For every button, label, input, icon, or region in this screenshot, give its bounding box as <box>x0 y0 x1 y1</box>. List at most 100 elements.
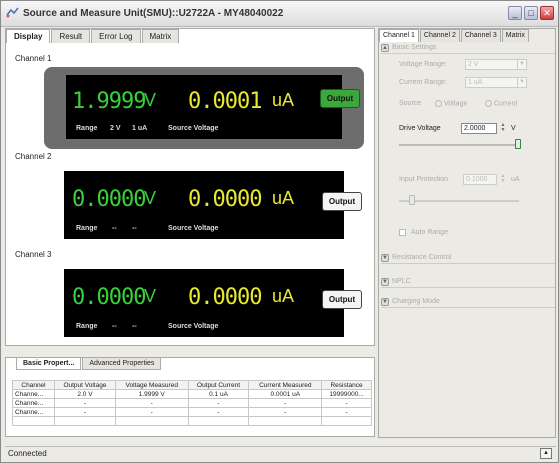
close-button[interactable]: ✕ <box>540 6 554 20</box>
channel-tabs: Channel 1 Channel 2 Channel 3 Matrix <box>379 29 530 42</box>
current-range-value: 1 uA <box>468 79 483 86</box>
table-cell: 19999000... <box>321 389 372 399</box>
radio-icon <box>485 100 492 107</box>
table-cell: Channe... <box>11 389 56 399</box>
expand-icon: ▼ <box>381 278 389 286</box>
tab-error-log[interactable]: Error Log <box>91 29 141 43</box>
column-header[interactable]: Output Voltage <box>54 380 116 390</box>
voltage-range-label: Voltage Range: <box>399 61 447 68</box>
column-header[interactable]: Resistance <box>321 380 372 390</box>
auto-range-label: Auto Range <box>411 229 448 236</box>
input-protection-spinner[interactable]: ▲ ▼ <box>499 174 507 185</box>
tab-display[interactable]: Display <box>6 29 51 43</box>
input-protection-slider-track[interactable] <box>399 200 519 202</box>
table-row-empty <box>11 416 372 426</box>
drive-voltage-slider-track[interactable] <box>399 144 519 146</box>
drive-voltage-input[interactable]: 2.0000 <box>461 123 497 134</box>
channel-3-frame[interactable]: 0.0000 V 0.0000 uA Range -- -- Source Vo… <box>44 263 364 345</box>
properties-table: Channel Output Voltage Voltage Measured … <box>11 380 372 426</box>
chevron-down-icon: ▼ <box>517 60 526 69</box>
source-voltage-label: Voltage <box>444 100 468 108</box>
status-expand-button[interactable]: ▲ <box>540 448 552 459</box>
basic-settings-header[interactable]: ▲ Basic Settings <box>381 44 555 54</box>
source-current-radio[interactable]: Current <box>485 100 517 107</box>
table-cell: - <box>248 407 323 417</box>
source-voltage-radio[interactable]: Voltage <box>435 100 467 107</box>
tab-channel-1[interactable]: Channel 1 <box>379 29 419 42</box>
table-cell: - <box>187 398 250 408</box>
input-protection-slider-thumb[interactable] <box>409 195 415 205</box>
main-window: Source and Measure Unit(SMU)::U2722A - M… <box>0 0 559 463</box>
resistance-control-header[interactable]: ▼ Resistance Control <box>381 254 555 264</box>
table-cell: - <box>187 407 250 417</box>
table-row[interactable]: Channe... 2.0 V 1.9999 V 0.1 uA 0.0001 u… <box>11 389 372 399</box>
expand-icon: ▼ <box>381 254 389 262</box>
voltage-range-value: 2 V <box>468 61 479 68</box>
channel-3-label: Channel 3 <box>15 250 52 259</box>
column-header[interactable]: Voltage Measured <box>114 380 189 390</box>
input-protection-input[interactable]: 0.1000 <box>463 174 497 185</box>
column-header[interactable]: Channel <box>11 380 56 390</box>
table-cell: Channe... <box>11 398 56 408</box>
channel-1-label: Channel 1 <box>15 54 52 63</box>
table-cell: 0.0001 uA <box>248 389 323 399</box>
voltage-range-select[interactable]: 2 V ▼ <box>465 59 527 70</box>
channel-1-voltage-unit: V <box>144 90 157 110</box>
tab-matrix[interactable]: Matrix <box>141 29 180 43</box>
charging-mode-label: Charging Mode <box>392 298 440 305</box>
resistance-control-label: Resistance Control <box>392 254 452 261</box>
tab-advanced-properties[interactable]: Advanced Properties <box>82 357 162 370</box>
column-header[interactable]: Output Current <box>187 380 250 390</box>
tab-basic-properties[interactable]: Basic Propert... <box>16 357 82 370</box>
channel-2-range-v: -- <box>112 225 117 232</box>
channel-1-mode: Source Voltage <box>168 125 219 132</box>
table-cell: - <box>321 398 372 408</box>
table-cell: Channe... <box>11 407 56 417</box>
channel-1-frame[interactable]: 1.9999 V 0.0001 uA Range 2 V 1 uA Source… <box>44 67 364 149</box>
collapse-icon: ▲ <box>381 44 389 52</box>
drive-voltage-label: Drive Voltage <box>399 125 441 132</box>
display-panel: Display Result Error Log Matrix Channel … <box>5 28 375 346</box>
app-icon <box>6 7 19 18</box>
table-row[interactable]: Channe... - - - - - <box>11 407 372 417</box>
properties-tabs: Basic Propert... Advanced Properties <box>16 357 162 370</box>
channel-2-label: Channel 2 <box>15 152 52 161</box>
table-cell: - <box>248 398 323 408</box>
channel-2-current: 0.0000 <box>188 187 262 212</box>
tab-result[interactable]: Result <box>51 29 91 43</box>
source-current-label: Current <box>494 100 518 108</box>
channel-2-frame[interactable]: 0.0000 V 0.0000 uA Range -- -- Source Vo… <box>44 165 364 247</box>
channel-2-voltage: 0.0000 <box>72 187 146 212</box>
charging-mode-header[interactable]: ▼ Charging Mode <box>381 298 555 308</box>
table-cell: - <box>54 398 116 408</box>
tab-channel-3[interactable]: Channel 3 <box>460 29 501 42</box>
current-range-select[interactable]: 1 uA ▼ <box>465 77 527 88</box>
table-header-row: Channel Output Voltage Voltage Measured … <box>11 380 372 390</box>
channel-3-output-button[interactable]: Output <box>322 290 362 309</box>
channel-2-voltage-unit: V <box>144 188 157 208</box>
channel-2-output-button[interactable]: Output <box>322 192 362 211</box>
channel-1-output-button[interactable]: Output <box>320 89 360 108</box>
settings-panel: Channel 1 Channel 2 Channel 3 Matrix ▲ Ba… <box>378 28 556 438</box>
nplc-header[interactable]: ▼ NPLC <box>381 278 555 288</box>
table-cell: - <box>321 407 372 417</box>
drive-voltage-slider-thumb[interactable] <box>515 139 521 149</box>
channel-3-mode: Source Voltage <box>168 323 219 330</box>
current-range-label: Current Range: <box>399 79 447 86</box>
maximize-button[interactable]: □ <box>524 6 538 20</box>
column-header[interactable]: Current Measured <box>248 380 323 390</box>
auto-range-checkbox[interactable] <box>399 229 406 236</box>
tab-settings-matrix[interactable]: Matrix <box>501 29 529 42</box>
table-cell: - <box>114 407 189 417</box>
channel-2-display: 0.0000 V 0.0000 uA Range -- -- Source Vo… <box>64 171 344 239</box>
channel-3-range-label: Range <box>76 323 98 330</box>
minimize-button[interactable]: _ <box>508 6 522 20</box>
table-row[interactable]: Channe... - - - - - <box>11 398 372 408</box>
status-text: Connected <box>8 449 47 458</box>
tab-channel-2[interactable]: Channel 2 <box>419 29 460 42</box>
channel-1-display: 1.9999 V 0.0001 uA Range 2 V 1 uA Source… <box>66 75 342 139</box>
channel-1-range-v: 2 V <box>110 125 121 132</box>
drive-voltage-spinner[interactable]: ▲ ▼ <box>499 123 507 134</box>
channel-2-mode: Source Voltage <box>168 225 219 232</box>
basic-settings-label: Basic Settings <box>392 44 437 51</box>
